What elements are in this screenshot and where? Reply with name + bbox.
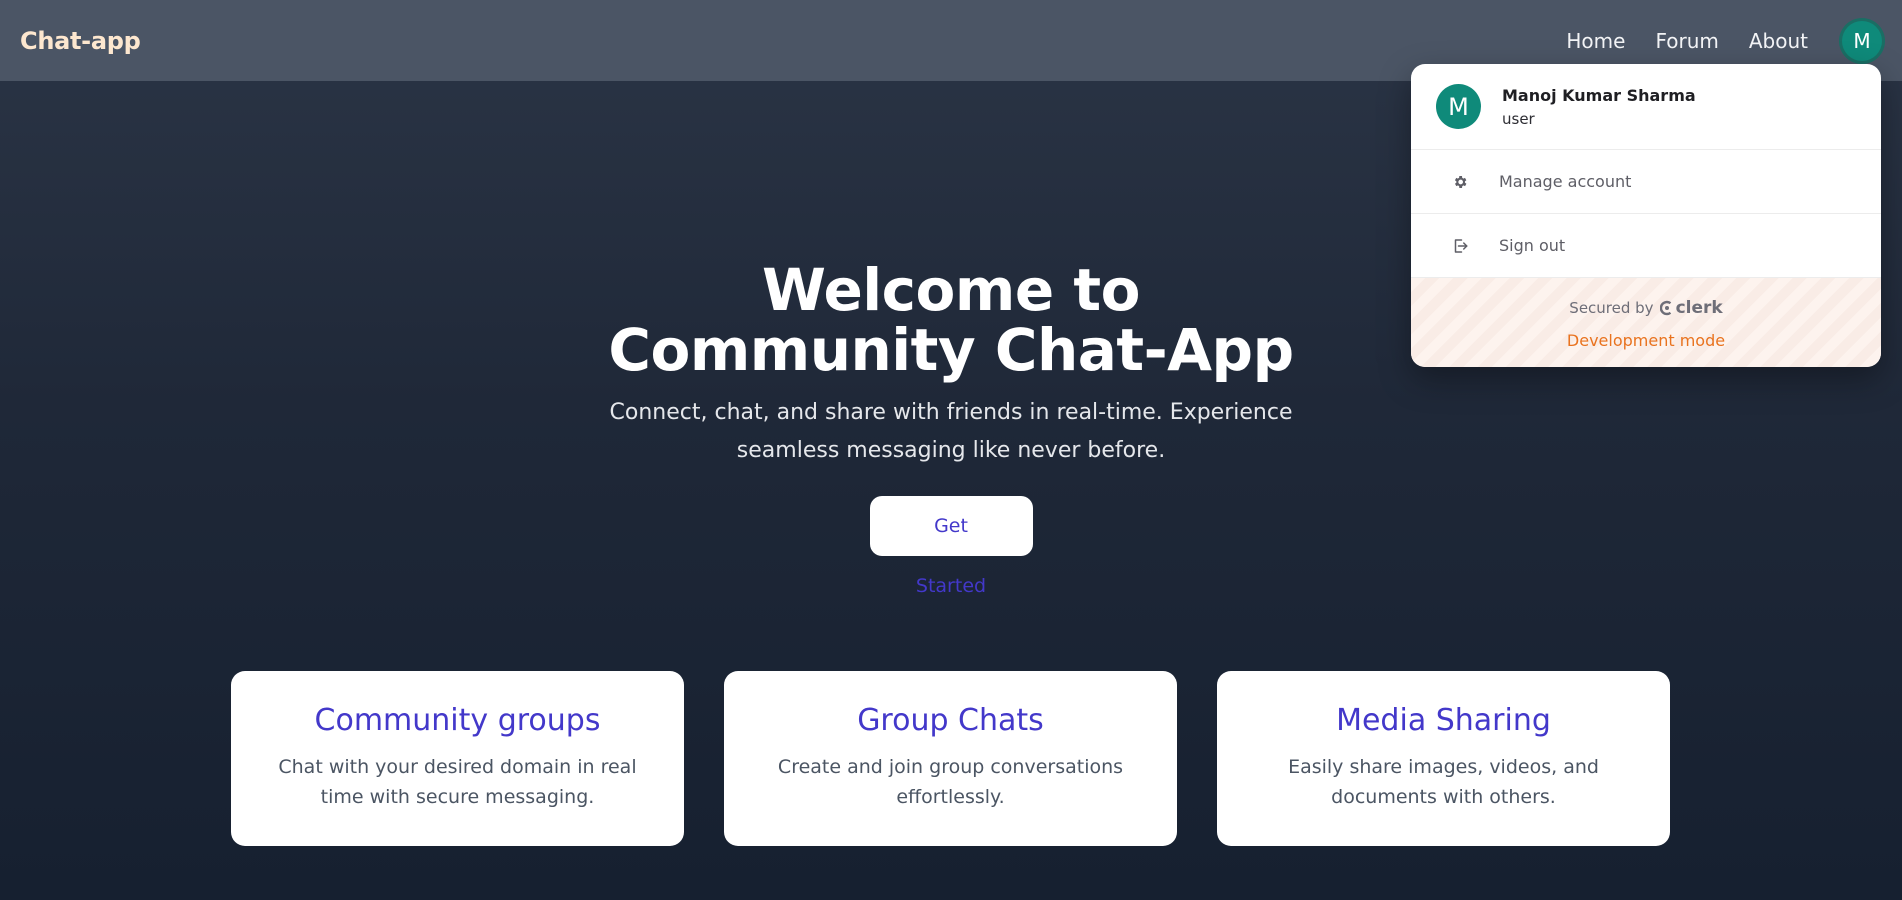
nav-link-home[interactable]: Home — [1566, 29, 1625, 53]
hero-subtitle: Connect, chat, and share with friends in… — [609, 400, 1293, 463]
secured-by-text: Secured by — [1569, 299, 1654, 317]
gear-icon — [1450, 172, 1470, 192]
nav-link-forum[interactable]: Forum — [1655, 29, 1718, 53]
feature-card-title: Community groups — [314, 703, 601, 738]
user-menu-footer: Secured by clerk Development mode — [1411, 278, 1881, 367]
feature-card-title: Media Sharing — [1336, 703, 1551, 738]
user-name: Manoj Kumar Sharma — [1502, 85, 1696, 105]
hero-title: Welcome to Community Chat-App — [608, 256, 1294, 384]
manage-account-button[interactable]: Manage account — [1411, 150, 1881, 214]
feature-card-group-chats: Group Chats Create and join group conver… — [724, 671, 1177, 846]
feature-card-media-sharing: Media Sharing Easily share images, video… — [1217, 671, 1670, 846]
get-started-button[interactable]: Get Started — [869, 496, 1033, 597]
feature-card-title: Group Chats — [857, 703, 1044, 738]
manage-account-label: Manage account — [1499, 172, 1632, 191]
development-mode-label: Development mode — [1566, 331, 1726, 350]
user-avatar-button[interactable]: M — [1842, 20, 1882, 61]
clerk-logo: clerk — [1659, 298, 1723, 318]
sign-out-icon — [1450, 236, 1470, 256]
clerk-wordmark: clerk — [1675, 298, 1723, 318]
feature-card-description: Chat with your desired domain in real ti… — [278, 756, 637, 808]
feature-cards: Community groups Chat with your desired … — [231, 671, 1670, 846]
clerk-icon — [1659, 300, 1671, 316]
sign-out-label: Sign out — [1499, 236, 1566, 255]
feature-card-community-groups: Community groups Chat with your desired … — [231, 671, 684, 846]
nav-link-about[interactable]: About — [1749, 29, 1808, 53]
feature-card-description: Easily share images, videos, and documen… — [1288, 756, 1599, 808]
brand-logo[interactable]: Chat-app — [20, 27, 141, 55]
user-menu-header: M Manoj Kumar Sharma user — [1411, 64, 1881, 150]
user-role: user — [1502, 109, 1535, 128]
secured-by-badge[interactable]: Secured by clerk — [1411, 298, 1881, 318]
avatar: M — [1436, 84, 1481, 129]
sign-out-button[interactable]: Sign out — [1411, 214, 1881, 278]
user-menu-popover: M Manoj Kumar Sharma user Manage account… — [1411, 64, 1881, 367]
user-info: Manoj Kumar Sharma user — [1502, 86, 1696, 128]
feature-card-description: Create and join group conversations effo… — [777, 756, 1124, 808]
nav-links: Home Forum About M — [1566, 20, 1882, 61]
